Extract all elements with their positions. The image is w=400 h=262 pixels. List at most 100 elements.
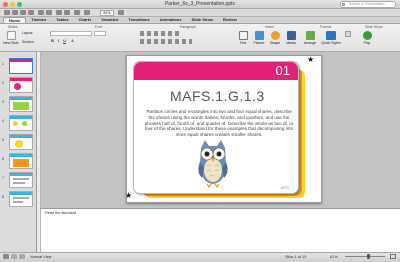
slide-thumbnail-7[interactable] xyxy=(9,172,33,188)
thumb-number: 8 xyxy=(2,195,4,199)
thumb-number: 1 xyxy=(2,62,4,66)
star-icon: ★ xyxy=(307,55,315,64)
media-label: Media xyxy=(286,41,296,45)
card-footer: APG xyxy=(280,185,289,190)
arrange-button[interactable]: Arrange xyxy=(302,31,318,45)
font-color-icon[interactable]: A xyxy=(70,39,75,44)
bold-icon[interactable]: B xyxy=(50,39,55,44)
open-icon[interactable] xyxy=(12,10,18,15)
arrange-icon xyxy=(305,31,315,40)
tab-smartart[interactable]: SmartArt xyxy=(96,17,123,23)
font-size-field[interactable] xyxy=(94,31,106,36)
thumb-number: 4 xyxy=(2,119,4,123)
card-header-bar xyxy=(134,62,298,80)
underline-icon[interactable]: U xyxy=(62,39,67,44)
picture-icon xyxy=(254,31,264,40)
picture-label: Picture xyxy=(253,41,265,45)
media-button[interactable]: Media xyxy=(284,31,298,45)
font-name-field[interactable] xyxy=(50,31,92,36)
play-button[interactable]: Play xyxy=(360,31,374,45)
new-icon[interactable] xyxy=(4,10,10,15)
text-box-icon xyxy=(238,31,248,40)
slide-thumbnail-5[interactable] xyxy=(9,134,33,150)
ribbon-tabs: Home Themes Tables Charts SmartArt Trans… xyxy=(0,17,400,24)
search-input[interactable]: Search in Presentation xyxy=(340,1,396,8)
quick-styles-label: Quick Styles xyxy=(321,41,341,45)
slide-thumbnail-2[interactable] xyxy=(9,77,33,93)
tab-transitions[interactable]: Transitions xyxy=(123,17,154,23)
star-icon: ★ xyxy=(125,191,133,200)
new-slide-icon xyxy=(6,31,16,40)
group-format-label: Format xyxy=(320,25,332,29)
shape-fill-icon[interactable] xyxy=(345,31,351,37)
slide-thumbnail-8[interactable] xyxy=(9,191,33,207)
slide-counter: Slide 1 of 13 xyxy=(285,255,307,259)
slide-thumbnail-pane: 1 2 3 4 5 6 7 8 xyxy=(0,52,37,252)
normal-view-icon[interactable] xyxy=(3,254,9,259)
notes-pane[interactable] xyxy=(41,208,400,252)
owl-illustration xyxy=(197,138,229,190)
tab-animations[interactable]: Animations xyxy=(155,17,187,23)
card-number: 01 xyxy=(275,63,290,78)
group-insert-label: Insert xyxy=(265,25,274,29)
quick-styles-button[interactable]: Quick Styles xyxy=(320,31,342,45)
text-button[interactable]: Text xyxy=(237,31,249,45)
slide-thumbnail-4[interactable] xyxy=(9,115,33,131)
zoom-percent: 81% xyxy=(330,255,338,259)
media-icon xyxy=(286,31,296,40)
paragraph-buttons[interactable] xyxy=(140,31,180,36)
slide-sorter-icon[interactable] xyxy=(11,254,17,259)
save-icon[interactable] xyxy=(20,10,26,15)
text-label: Text xyxy=(239,41,247,45)
notes-text[interactable]: Read the standard xyxy=(45,211,76,215)
italic-icon[interactable]: I xyxy=(56,39,61,44)
slide-body-text: Partition circles and rectangles into tw… xyxy=(144,109,294,138)
group-slide-show-label: Slide Show xyxy=(365,25,383,29)
section-button[interactable]: Section xyxy=(22,40,44,44)
tab-themes[interactable]: Themes xyxy=(26,17,51,23)
reading-view-icon[interactable] xyxy=(19,254,25,259)
redo-icon[interactable] xyxy=(46,10,52,15)
slide-title: MAFS.1.G.1.3 xyxy=(170,88,265,104)
fit-to-window-icon[interactable] xyxy=(390,254,396,259)
zoom-slider[interactable] xyxy=(345,256,385,257)
thumb-number: 2 xyxy=(2,81,4,85)
thumb-number: 3 xyxy=(2,100,4,104)
undo-icon[interactable] xyxy=(38,10,44,15)
slideshow-icon[interactable] xyxy=(84,10,90,15)
tab-charts[interactable]: Charts xyxy=(74,17,97,23)
shape-label: Shape xyxy=(269,41,281,45)
layout-button[interactable]: Layout xyxy=(22,31,44,35)
slide-thumbnail-1[interactable] xyxy=(9,58,33,74)
zoom-slider-thumb[interactable] xyxy=(367,254,370,259)
shape-button[interactable]: Shape xyxy=(268,31,282,45)
tab-tables[interactable]: Tables xyxy=(51,17,73,23)
thumb-number: 7 xyxy=(2,176,4,180)
copy-icon[interactable] xyxy=(56,10,62,15)
play-icon xyxy=(362,31,372,40)
arrange-label: Arrange xyxy=(303,41,317,45)
tab-review[interactable]: Review xyxy=(218,17,242,23)
new-slide-button[interactable]: New Slide xyxy=(3,31,19,45)
new-slide-label: New Slide xyxy=(3,41,19,45)
group-slides-label: Slides xyxy=(8,25,18,29)
tab-home[interactable]: Home xyxy=(3,17,27,23)
slide-thumbnail-6[interactable] xyxy=(9,153,33,169)
paste-icon[interactable] xyxy=(64,10,70,15)
tab-slide-show[interactable]: Slide Show xyxy=(187,17,218,23)
thumb-number: 6 xyxy=(2,157,4,161)
quick-styles-icon xyxy=(326,31,336,40)
thumb-number: 5 xyxy=(2,138,4,142)
picture-button[interactable]: Picture xyxy=(251,31,267,45)
slide-thumbnail-3[interactable] xyxy=(9,96,33,112)
help-icon[interactable] xyxy=(118,10,124,15)
play-label: Play xyxy=(363,41,371,45)
shape-icon xyxy=(270,31,280,40)
group-font-label: Font xyxy=(95,25,103,29)
alignment-buttons[interactable] xyxy=(140,39,192,44)
print-icon[interactable] xyxy=(28,10,34,15)
search-icon xyxy=(342,3,345,6)
format-painter-icon[interactable] xyxy=(74,10,80,15)
zoom-dropdown[interactable]: 81% xyxy=(100,10,114,16)
view-name: Normal View xyxy=(30,255,52,259)
